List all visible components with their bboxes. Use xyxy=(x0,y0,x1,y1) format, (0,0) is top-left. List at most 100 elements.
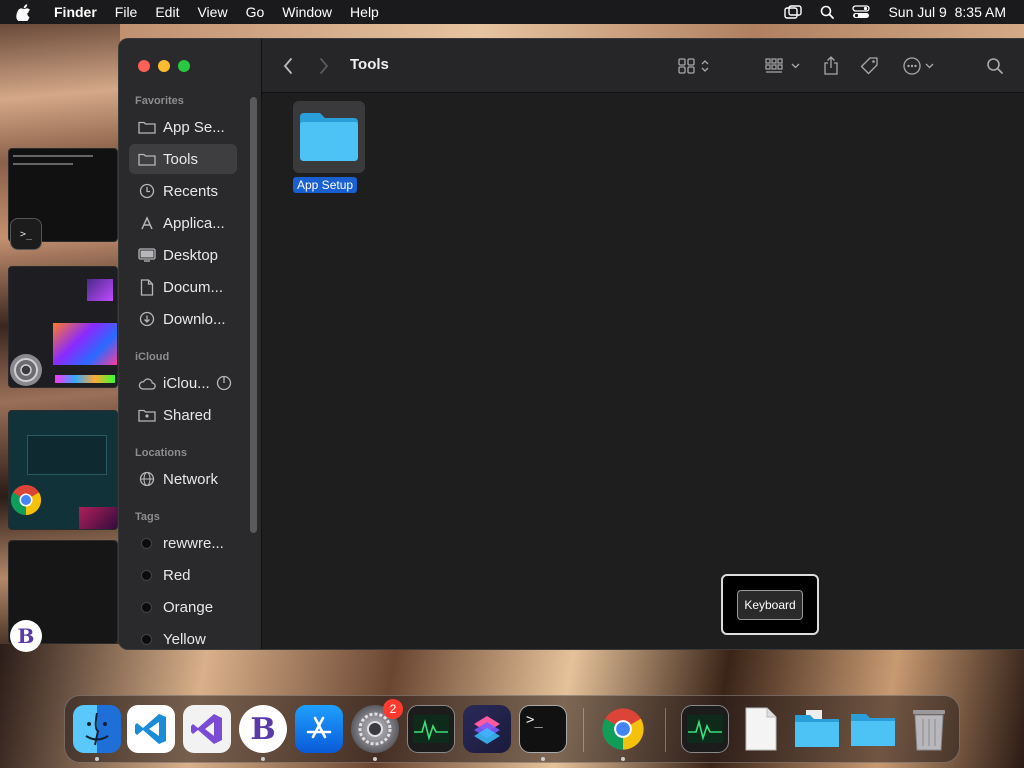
dock-document[interactable] xyxy=(737,705,785,753)
sidebar-item-documents[interactable]: Docum... xyxy=(129,272,237,302)
activity-monitor-icon xyxy=(413,715,449,743)
dock-app-store[interactable] xyxy=(295,705,343,753)
cloud-icon xyxy=(138,374,156,392)
app-store-icon xyxy=(306,716,332,739)
sidebar-item-tools[interactable]: Tools xyxy=(129,144,237,174)
sidebar-item-label: Downlo... xyxy=(163,310,226,328)
finder-window: Favorites App Se... Tools Recents Applic… xyxy=(118,38,1024,650)
more-actions-icon xyxy=(903,57,934,75)
close-button[interactable] xyxy=(138,60,150,72)
keyboard-label: Keyboard xyxy=(737,589,803,620)
tags-button[interactable] xyxy=(860,54,880,78)
view-mode-button[interactable] xyxy=(677,54,715,78)
sidebar-item-desktop[interactable]: Desktop xyxy=(129,240,237,270)
tag-color-dot xyxy=(141,601,152,613)
group-by-button[interactable] xyxy=(765,54,803,78)
sidebar-heading-icloud: iCloud xyxy=(135,351,170,363)
menu-view[interactable]: View xyxy=(197,4,227,20)
dock-shortcuts[interactable] xyxy=(463,705,511,753)
screen-mirroring-icon[interactable] xyxy=(784,5,803,19)
dock-folder[interactable] xyxy=(849,705,897,753)
sidebar-item-app-setup[interactable]: App Se... xyxy=(129,112,237,142)
sidebar-item-label: Applica... xyxy=(163,214,225,232)
dock-folder-stack[interactable] xyxy=(793,705,841,753)
actions-button[interactable] xyxy=(902,54,938,78)
file-item-app-setup[interactable]: App Setup xyxy=(291,101,367,194)
notification-badge: 2 xyxy=(383,699,403,719)
back-button[interactable] xyxy=(282,54,294,78)
menu-app-name[interactable]: Finder xyxy=(54,4,97,20)
forward-button[interactable] xyxy=(318,54,330,78)
sidebar-item-shared[interactable]: Shared xyxy=(129,400,237,430)
file-browser-content[interactable]: App Setup xyxy=(262,93,1024,649)
dock-terminal[interactable]: >_ xyxy=(519,705,567,753)
dock-bbedit[interactable]: B xyxy=(239,705,287,753)
chrome-icon[interactable] xyxy=(10,484,42,516)
shortcuts-icon xyxy=(474,716,500,744)
sidebar-item-label: Docum... xyxy=(163,278,224,296)
dock-visual-studio[interactable] xyxy=(183,705,231,753)
clock-icon xyxy=(138,182,156,200)
dock-system-settings[interactable]: 2 xyxy=(351,699,403,753)
sidebar-scrollbar[interactable] xyxy=(250,97,257,533)
spotlight-search-icon[interactable] xyxy=(820,5,835,19)
sidebar-tag-yellow[interactable]: Yellow xyxy=(129,624,237,649)
apple-menu-icon[interactable] xyxy=(16,3,40,21)
sidebar-item-downloads[interactable]: Downlo... xyxy=(129,304,237,334)
dock-chrome[interactable] xyxy=(599,705,647,753)
minimize-button[interactable] xyxy=(158,60,170,72)
sidebar-item-label: Network xyxy=(163,470,219,488)
applications-icon xyxy=(138,214,156,232)
download-icon xyxy=(138,310,156,328)
sidebar-tag-red[interactable]: Red xyxy=(129,560,237,590)
menu-edit[interactable]: Edit xyxy=(155,4,179,20)
sidebar-heading-favorites: Favorites xyxy=(135,95,184,107)
dock-vscode[interactable] xyxy=(127,705,175,753)
sidebar-item-icloud-drive[interactable]: iClou... xyxy=(129,368,247,398)
sidebar-item-recents[interactable]: Recents xyxy=(129,176,237,206)
menu-help[interactable]: Help xyxy=(350,4,379,20)
bbedit-icon[interactable]: B xyxy=(10,620,42,652)
terminal-icon: >_ xyxy=(526,712,543,728)
document-file-icon xyxy=(745,707,777,751)
running-indicator xyxy=(621,757,625,761)
dock-finder[interactable] xyxy=(73,705,121,753)
system-settings-icon[interactable] xyxy=(10,354,42,386)
dock-trash[interactable] xyxy=(905,705,953,753)
sidebar-item-applications[interactable]: Applica... xyxy=(129,208,237,238)
activity-monitor-icon xyxy=(687,715,723,743)
finder-icon xyxy=(85,712,109,746)
keyboard-shortcut-overlay: Keyboard xyxy=(721,574,819,635)
dock-activity-monitor-2[interactable] xyxy=(681,705,729,753)
folder-icon xyxy=(138,118,156,136)
trash-icon xyxy=(913,710,945,751)
sidebar-item-label: rewwre... xyxy=(163,534,224,552)
dock-activity-monitor[interactable] xyxy=(407,705,455,753)
menu-bar-clock[interactable]: Sun Jul 9 8:35 AM xyxy=(888,4,1006,20)
visual-studio-icon xyxy=(191,714,222,744)
sidebar-tag-orange[interactable]: Orange xyxy=(129,592,237,622)
folder-icon xyxy=(293,101,365,173)
menu-window[interactable]: Window xyxy=(282,4,332,20)
globe-icon xyxy=(138,470,156,488)
terminal-icon[interactable]: >_ xyxy=(10,218,42,250)
share-button[interactable] xyxy=(822,54,840,78)
running-indicator xyxy=(373,757,377,761)
desktop-icon xyxy=(138,246,156,264)
menu-file[interactable]: File xyxy=(115,4,138,20)
sidebar-item-network[interactable]: Network xyxy=(129,464,237,494)
search-icon xyxy=(987,58,1003,74)
vscode-icon xyxy=(135,714,166,744)
tag-color-dot xyxy=(141,633,152,645)
folder-icon xyxy=(851,714,895,746)
chevron-left-icon xyxy=(283,58,292,74)
control-center-icon[interactable] xyxy=(852,5,871,19)
menu-go[interactable]: Go xyxy=(246,4,265,20)
zoom-button[interactable] xyxy=(178,60,190,72)
bbedit-icon: B xyxy=(250,711,276,747)
sidebar-tag-rewwre[interactable]: rewwre... xyxy=(129,528,237,558)
search-button[interactable] xyxy=(986,54,1004,78)
folder-stack-icon xyxy=(795,710,839,747)
tag-icon xyxy=(860,57,878,75)
sidebar-heading-locations: Locations xyxy=(135,447,187,459)
